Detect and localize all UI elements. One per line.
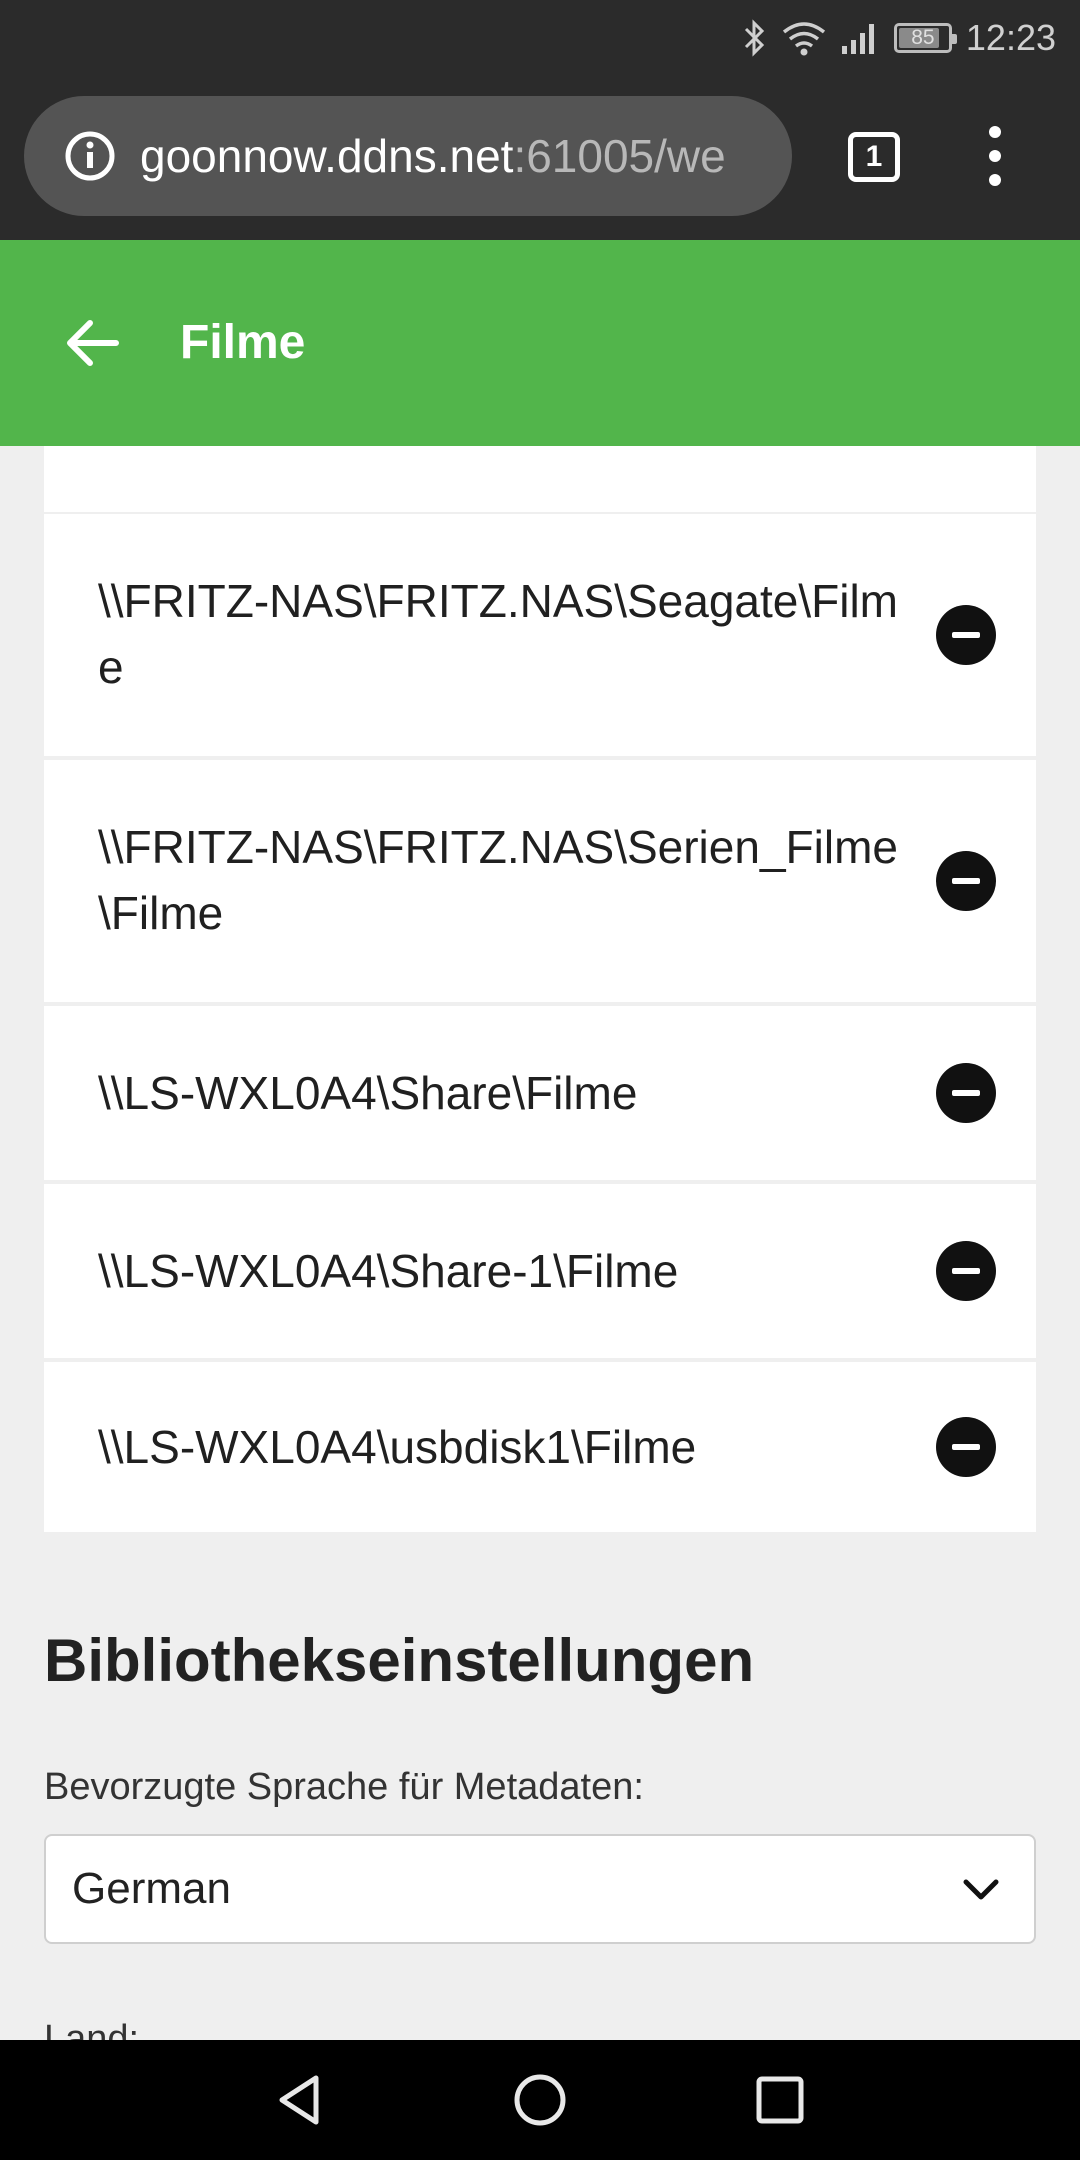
clock: 12:23 [965,17,1056,58]
battery-level: 85 [911,26,935,49]
app-header: Filme [0,240,1080,446]
nav-back-icon[interactable] [270,2070,330,2130]
tab-count: 1 [865,140,883,173]
chevron-down-icon [963,1879,999,1900]
folder-path: \\FRITZ-NAS\FRITZ.NAS\Seagate\Filme [98,575,898,693]
address-bar[interactable]: goonnow.ddns.net:61005/we [24,96,792,216]
url-text[interactable]: goonnow.ddns.net:61005/we [140,129,726,183]
back-arrow-icon[interactable] [60,310,126,376]
url-path: :61005/we [513,130,726,182]
system-nav-bar [0,2040,1080,2160]
folder-row[interactable]: \\LS-WXL0A4\Share\Filme [44,1006,1036,1180]
folder-path: \\FRITZ-NAS\FRITZ.NAS\Serien_Filme\Filme [98,821,898,939]
folder-path: \\LS-WXL0A4\usbdisk1\Filme [98,1421,697,1473]
metadata-language-select[interactable]: German [44,1834,1036,1944]
tabs-icon[interactable]: 1 [848,132,900,182]
bluetooth-icon [744,19,765,57]
folder-row[interactable]: \\LS-WXL0A4\Share-1\Filme [44,1184,1036,1358]
browser-toolbar: goonnow.ddns.net:61005/we 1 [0,76,1080,240]
wifi-icon [782,22,825,56]
status-bar: 85 12:23 [0,0,1080,76]
info-icon[interactable] [64,130,116,182]
remove-folder-button[interactable] [936,1063,996,1123]
remove-folder-button[interactable] [936,1241,996,1301]
status-icons: 85 12:23 [742,14,1056,62]
folder-path: \\LS-WXL0A4\Share\Filme [98,1067,638,1119]
folder-row[interactable]: \\LS-WXL0A4\usbdisk1\Filme [44,1362,1036,1532]
overflow-menu-icon[interactable] [980,126,1010,186]
folder-row[interactable]: \\FRITZ-NAS\FRITZ.NAS\Seagate\Filme [44,514,1036,756]
nav-recents-icon[interactable] [750,2070,810,2130]
nav-home-icon[interactable] [510,2070,570,2130]
page-title: Filme [180,316,306,369]
language-label: Bevorzugte Sprache für Metadaten: [44,1766,644,1808]
select-value: German [72,1864,231,1913]
cell-signal-icon [841,24,874,54]
battery-icon: 85 [893,23,957,53]
section-title: Bibliothekseinstellungen [44,1627,755,1694]
folder-row[interactable]: \\FRITZ-NAS\FRITZ.NAS\Serien_Filme\Filme [44,760,1036,1002]
url-host: goonnow.ddns.net [140,130,514,182]
remove-folder-button[interactable] [936,605,996,665]
remove-folder-button[interactable] [936,851,996,911]
remove-folder-button[interactable] [936,1417,996,1477]
folder-path: \\LS-WXL0A4\Share-1\Filme [98,1245,679,1297]
list-item-partial [44,446,1036,512]
